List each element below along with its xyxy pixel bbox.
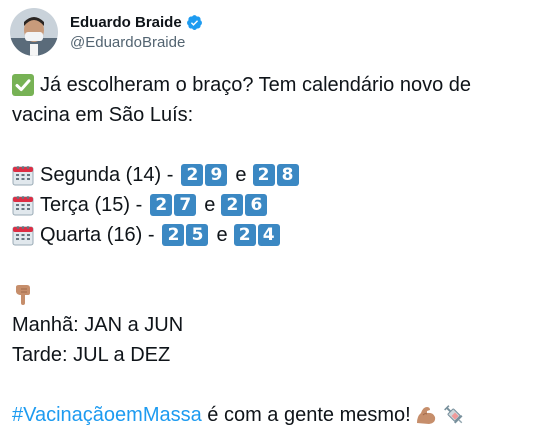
schedule-row: Quarta (16) - 2 5 e 2 4 [12,220,532,250]
tweet-header: Eduardo Braide @EduardoBraide [10,8,203,56]
schedule-day: Segunda (14) - [40,164,174,186]
tweet-line-1: Já escolheram o braço? Tem calendário no… [12,70,532,100]
avatar[interactable] [10,8,58,56]
keycap-digit: 6 [245,194,268,216]
verified-badge-icon [186,14,202,30]
calendar-icon [12,226,34,246]
keycap-digit: 2 [181,164,204,186]
author-names: Eduardo Braide @EduardoBraide [70,12,203,52]
calendar-icon [12,166,34,186]
keycap-digit: 8 [276,164,299,186]
schedule-connector: e [216,224,228,246]
afternoon-line: Tarde: JUL a DEZ [12,340,532,370]
tweet-text-line1: Já escolheram o braço? Tem calendário no… [40,74,471,96]
morning-line: Manhã: JAN a JUN [12,310,532,340]
backhand-index-pointing-down-icon [16,285,30,305]
keycap-digit: 2 [233,224,256,246]
keycap-digit: 2 [162,224,185,246]
tweet-text: Já escolheram o braço? Tem calendário no… [12,70,532,430]
keycap-digit: 2 [150,194,173,216]
syringe-icon [443,405,463,424]
keycap-digit: 2 [252,164,275,186]
schedule-connector: e [235,164,247,186]
display-name[interactable]: Eduardo Braide [70,14,182,31]
afternoon-text: Tarde: JUL a DEZ [12,344,171,366]
pointing-row [12,280,532,310]
tweet-text-line2: vacina em São Luís: [12,104,194,126]
flexed-biceps-icon [416,407,435,424]
calendar-icon [12,196,34,216]
keycap-digit: 4 [257,224,280,246]
closing-text: é com a gente mesmo! [201,404,411,426]
keycap-digit: 5 [186,224,209,246]
schedule-day: Quarta (16) - [40,224,155,246]
schedule-row: Segunda (14) - 2 9 e 2 8 [12,160,532,190]
keycap-digit: 9 [205,164,228,186]
schedule-day: Terça (15) - [40,194,143,216]
morning-text: Manhã: JAN a JUN [12,314,184,336]
check-mark-button-icon [12,74,34,96]
schedule-connector: e [204,194,216,216]
name-row: Eduardo Braide [70,12,203,32]
keycap-digit: 7 [174,194,197,216]
author-handle[interactable]: @EduardoBraide [70,34,203,52]
tweet-line-2: vacina em São Luís: [12,100,532,130]
keycap-digit: 2 [221,194,244,216]
hashtag-link[interactable]: #VacinaçãoemMassa [12,400,202,430]
closing-line: #VacinaçãoemMassa é com a gente mesmo! [12,400,532,430]
schedule-row: Terça (15) - 2 7 e 2 6 [12,190,532,220]
